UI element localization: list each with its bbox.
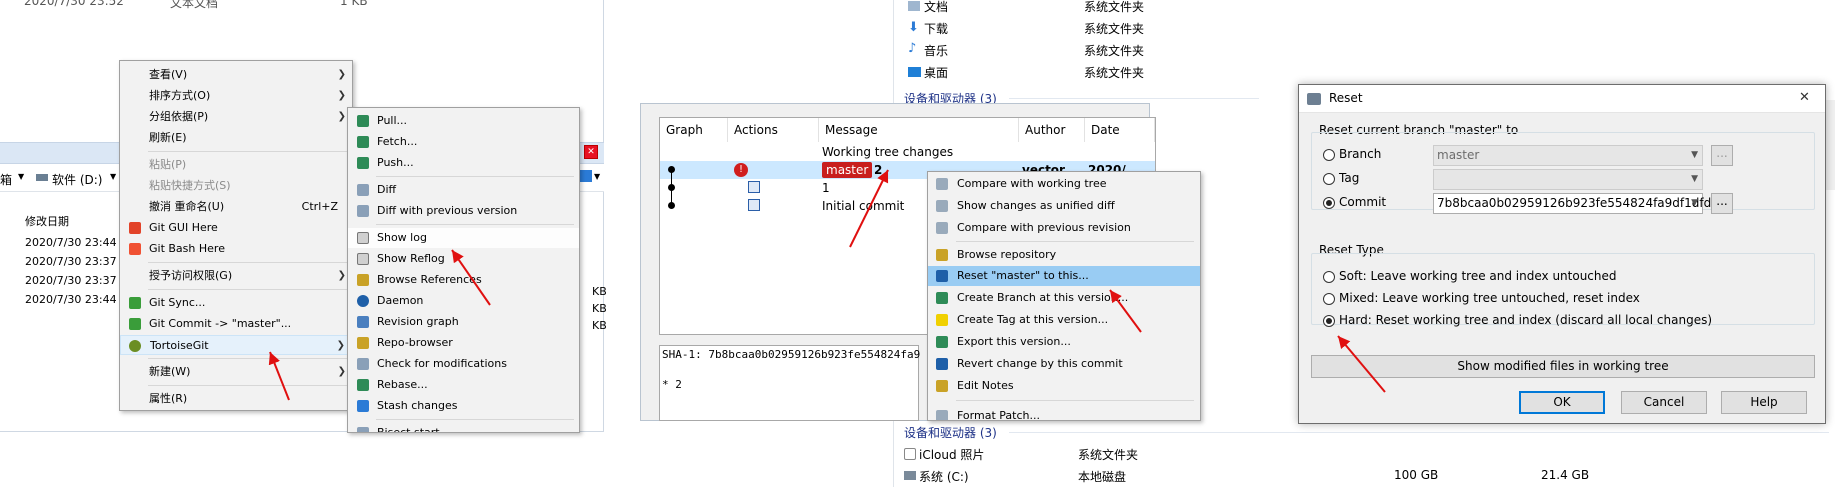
arrow-annotation: [1337, 335, 1386, 393]
arrow-annotation: [1109, 289, 1142, 333]
arrow-annotation: [268, 351, 290, 401]
arrow-annotation: [849, 169, 889, 248]
annotation-arrows: [268, 169, 1386, 401]
arrow-annotation: [451, 249, 491, 306]
